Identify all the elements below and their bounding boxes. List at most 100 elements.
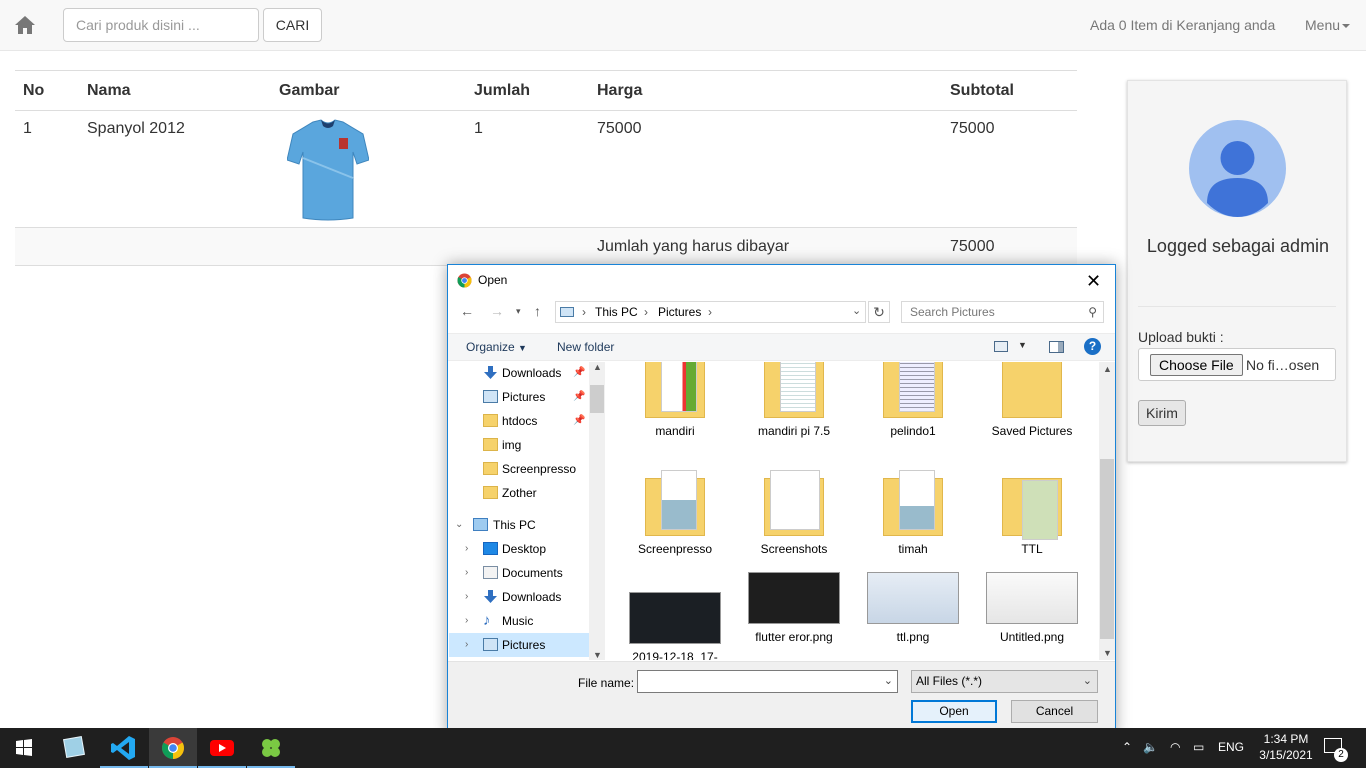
cell-subtotal: 75000: [950, 110, 1077, 228]
clover-icon[interactable]: [247, 728, 295, 768]
volume-icon[interactable]: 🔈: [1143, 740, 1158, 754]
notepad-icon[interactable]: [50, 728, 98, 768]
chrome-icon[interactable]: [149, 728, 197, 768]
cell-nama: Spanyol 2012: [87, 110, 279, 228]
file-type-select[interactable]: All Files (*.*) ⌄: [911, 670, 1098, 693]
file-name: flutter eror.png: [755, 630, 833, 644]
chevron-right-icon[interactable]: ›: [465, 633, 468, 657]
breadcrumb-pictures[interactable]: Pictures: [658, 305, 701, 319]
cart-status-text[interactable]: Ada 0 Item di Keranjang anda: [1090, 17, 1275, 33]
logged-in-text: Logged sebagai admin: [1146, 236, 1330, 256]
menu-dropdown[interactable]: Menu: [1305, 17, 1351, 33]
header-nama: Nama: [87, 70, 279, 111]
folder-item[interactable]: Saved Pictures: [982, 362, 1082, 438]
upload-label: Upload bukti :: [1138, 329, 1224, 345]
scrollbar-thumb[interactable]: [1100, 459, 1114, 639]
nav-item-label: htdocs: [502, 414, 538, 428]
nav-pane-scrollbar[interactable]: ▲ ▼: [589, 362, 605, 660]
folder-item[interactable]: pelindo1: [863, 362, 963, 438]
nav-item-documents[interactable]: › Documents: [449, 561, 589, 585]
nav-item-downloads[interactable]: Downloads 📌: [449, 362, 589, 385]
scroll-down-icon[interactable]: ▼: [593, 650, 602, 660]
nav-item-label: Downloads: [502, 366, 562, 380]
nav-item-music[interactable]: › ♪ Music: [449, 609, 589, 633]
folder-item[interactable]: mandiri: [625, 362, 725, 438]
breadcrumb-this-pc[interactable]: This PC: [595, 305, 638, 319]
wifi-icon[interactable]: ◠: [1170, 740, 1180, 754]
folder-item[interactable]: TTL: [982, 470, 1082, 556]
image-file-item[interactable]: ttl.png: [863, 572, 963, 644]
file-input[interactable]: Choose File No fi…osen: [1138, 348, 1336, 381]
image-file-item[interactable]: flutter eror.png: [744, 572, 844, 644]
nav-item-zother[interactable]: Zother: [449, 481, 589, 505]
nav-item-screenpresso[interactable]: Screenpresso: [449, 457, 589, 481]
image-file-item[interactable]: Untitled.png: [982, 572, 1082, 644]
organize-label: Organize: [466, 340, 515, 354]
preview-pane-icon[interactable]: [1049, 341, 1064, 353]
pin-icon: 📌: [573, 415, 586, 426]
home-icon[interactable]: [14, 14, 36, 36]
nav-item-img[interactable]: img: [449, 433, 589, 457]
folder-item[interactable]: timah: [863, 470, 963, 556]
close-icon[interactable]: ✕: [1086, 271, 1101, 292]
new-folder-button[interactable]: New folder: [557, 340, 614, 354]
nav-item-downloads-pc[interactable]: › Downloads: [449, 585, 589, 609]
image-file-item[interactable]: 2019-12-18_17-18-29.png: [625, 592, 725, 660]
nav-item-this-pc[interactable]: ⌄ This PC: [449, 513, 589, 537]
scroll-down-icon[interactable]: ▼: [1103, 648, 1112, 658]
youtube-icon[interactable]: [198, 728, 246, 768]
chevron-right-icon[interactable]: ›: [465, 537, 468, 561]
file-name-input[interactable]: ⌄: [637, 670, 898, 693]
file-name: Saved Pictures: [991, 424, 1073, 438]
battery-icon[interactable]: ▭: [1193, 740, 1204, 754]
choose-file-button[interactable]: Choose File: [1150, 354, 1243, 376]
open-button[interactable]: Open: [911, 700, 997, 723]
cell-gambar: [279, 110, 474, 228]
cell-harga: 75000: [597, 110, 950, 228]
nav-item-pictures-pc[interactable]: › Pictures: [449, 633, 589, 657]
nav-item-pictures[interactable]: Pictures 📌: [449, 385, 589, 409]
organize-menu[interactable]: Organize ▼: [466, 340, 527, 354]
help-icon[interactable]: ?: [1084, 338, 1101, 355]
back-arrow-icon[interactable]: ←: [460, 303, 474, 319]
total-row: Jumlah yang harus dibayar 75000: [15, 227, 1077, 266]
scrollbar-thumb[interactable]: [590, 385, 604, 413]
system-clock[interactable]: 1:34 PM 3/15/2021: [1254, 731, 1318, 763]
chevron-right-icon[interactable]: ›: [465, 561, 468, 585]
vscode-icon[interactable]: [100, 728, 148, 768]
cancel-button[interactable]: Cancel: [1011, 700, 1098, 723]
start-icon[interactable]: [0, 728, 48, 768]
folder-item[interactable]: Screenpresso: [625, 470, 725, 556]
address-bar[interactable]: › This PC › Pictures › ⌄: [555, 301, 866, 323]
notification-badge: 2: [1334, 748, 1348, 762]
folder-item[interactable]: Screenshots: [744, 470, 844, 556]
chevron-up-icon[interactable]: ⌃: [1122, 740, 1132, 754]
nav-item-desktop[interactable]: › Desktop: [449, 537, 589, 561]
product-search-input[interactable]: [63, 8, 259, 42]
language-indicator[interactable]: ENG: [1218, 740, 1244, 754]
nav-item-htdocs[interactable]: htdocs 📌: [449, 409, 589, 433]
file-name: Screenshots: [760, 542, 828, 556]
recent-locations-icon[interactable]: ▾: [516, 306, 521, 317]
submit-button[interactable]: Kirim: [1138, 400, 1186, 426]
chevron-down-icon[interactable]: ▼: [1018, 340, 1027, 350]
dialog-titlebar[interactable]: Open ✕: [448, 265, 1115, 295]
breadcrumb-separator: ›: [644, 305, 648, 319]
chevron-down-icon[interactable]: ⌄: [884, 674, 893, 687]
view-options-icon[interactable]: [994, 341, 1008, 352]
cell-jumlah: 1: [474, 110, 597, 228]
search-pictures-input[interactable]: Search Pictures ⚲: [901, 301, 1104, 323]
refresh-icon[interactable]: ↻: [868, 301, 890, 323]
chevron-right-icon[interactable]: ›: [465, 609, 468, 633]
folder-icon: [645, 362, 705, 418]
forward-arrow-icon[interactable]: →: [490, 303, 504, 319]
scroll-up-icon[interactable]: ▲: [593, 362, 602, 372]
search-button[interactable]: CARI: [263, 8, 322, 42]
chevron-down-icon[interactable]: ⌄: [852, 304, 861, 317]
scroll-up-icon[interactable]: ▲: [1103, 364, 1112, 374]
folder-item[interactable]: mandiri pi 7.5: [744, 362, 844, 438]
up-arrow-icon[interactable]: ↑: [534, 303, 541, 319]
chevron-right-icon[interactable]: ›: [465, 585, 468, 609]
file-list-scrollbar[interactable]: ▲ ▼: [1099, 362, 1115, 660]
chevron-down-icon[interactable]: ⌄: [455, 513, 463, 537]
